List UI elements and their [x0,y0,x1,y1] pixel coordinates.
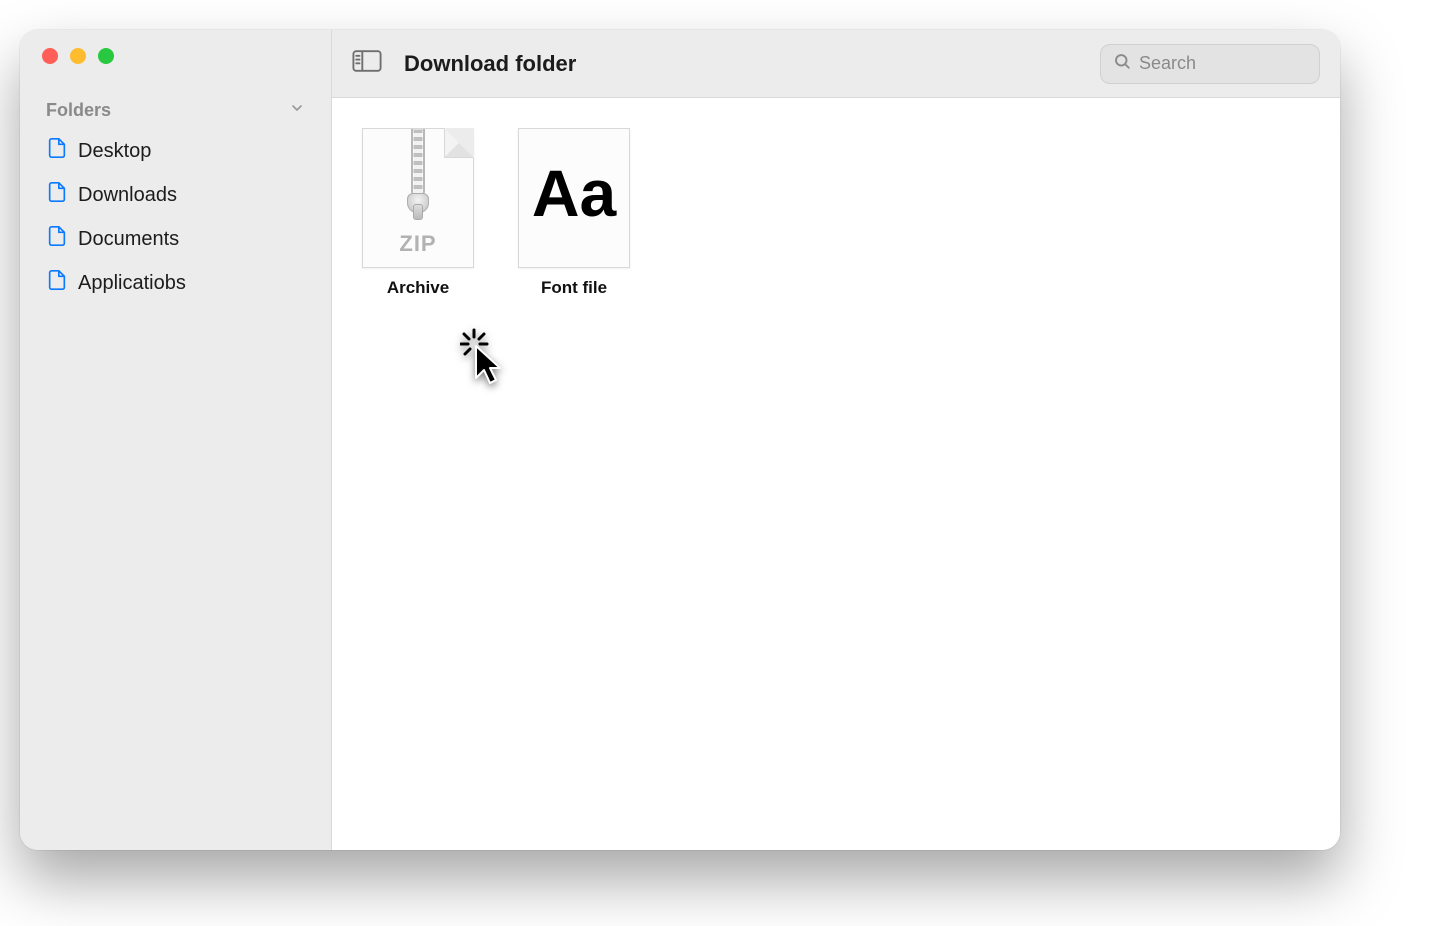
document-icon [46,225,68,253]
toolbar: Download folder [332,30,1340,98]
sidebar-item-label: Downloads [78,184,177,207]
chevron-down-icon [289,100,305,121]
file-label: Archive [387,278,449,298]
close-button[interactable] [42,48,58,64]
finder-window: Folders Desktop Downloads [20,30,1340,850]
search-input[interactable] [1139,53,1307,74]
file-label: Font file [541,278,607,298]
traffic-lights [20,48,331,94]
sidebar-item-label: Desktop [78,140,151,163]
sidebar-toggle-icon[interactable] [352,49,382,78]
sidebar-section-header[interactable]: Folders [38,94,313,129]
search-icon [1113,52,1131,75]
sidebar-item-label: Applicatiobs [78,272,186,295]
file-item-font[interactable]: Aa Font file [518,128,630,298]
sidebar-item-label: Documents [78,228,179,251]
sidebar-item-desktop[interactable]: Desktop [38,129,313,173]
file-grid: ZIP Archive Aa Font file [332,98,1340,850]
font-file-icon: Aa [518,128,630,268]
font-glyph: Aa [532,160,616,226]
sidebar-section-label: Folders [46,100,111,121]
document-icon [46,181,68,209]
search-box[interactable] [1100,44,1320,84]
sidebar-item-documents[interactable]: Documents [38,217,313,261]
sidebar-section-folders: Folders Desktop Downloads [20,94,331,305]
document-icon [46,269,68,297]
sidebar-item-applications[interactable]: Applicatiobs [38,261,313,305]
fullscreen-button[interactable] [98,48,114,64]
file-item-archive[interactable]: ZIP Archive [362,128,474,298]
sidebar-item-downloads[interactable]: Downloads [38,173,313,217]
document-icon [46,137,68,165]
minimize-button[interactable] [70,48,86,64]
zip-file-icon: ZIP [362,128,474,268]
main-panel: Download folder ZIP [332,30,1340,850]
zip-badge: ZIP [399,231,436,257]
cursor-click-icon [460,328,514,391]
page-title: Download folder [404,51,576,77]
sidebar: Folders Desktop Downloads [20,30,332,850]
